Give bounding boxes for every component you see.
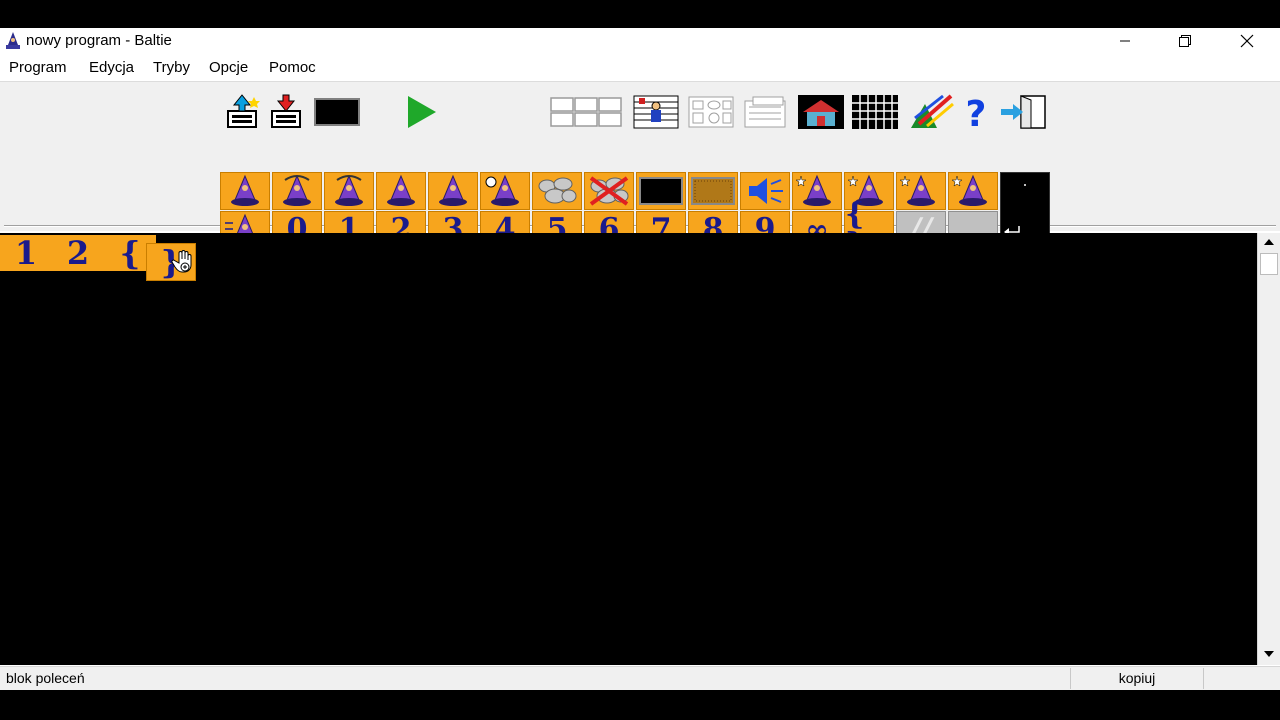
- vertical-scrollbar[interactable]: [1257, 233, 1280, 665]
- restore-icon: [1179, 35, 1191, 47]
- wizard-turn-right-icon: [335, 174, 363, 206]
- scene-icon[interactable]: [632, 92, 680, 132]
- chevron-down-icon: [1264, 651, 1274, 657]
- wizard-walk-icon: [439, 174, 467, 206]
- minimize-icon: [1120, 40, 1130, 42]
- speaker-icon: [749, 178, 783, 204]
- program-cell-label: 2: [66, 234, 90, 272]
- wizard-magic-icon: [951, 174, 987, 206]
- paint-icon[interactable]: [906, 92, 956, 132]
- menu-pomoc[interactable]: Pomoc: [269, 59, 316, 76]
- run-icon[interactable]: [398, 92, 442, 132]
- program-canvas[interactable]: 1 2 { }: [0, 233, 1257, 665]
- palette-cell-wizard-turn-right[interactable]: [324, 172, 374, 210]
- exit-icon[interactable]: [998, 92, 1048, 132]
- palette-cell-patterned-box[interactable]: [688, 172, 738, 210]
- title-bar: nowy program - Baltie: [0, 28, 1280, 54]
- help-icon[interactable]: ?: [956, 92, 996, 132]
- status-mode: kopiuj: [1070, 668, 1204, 689]
- black-box-icon: [639, 177, 683, 205]
- save-file-icon[interactable]: [264, 92, 308, 132]
- window-title: nowy program - Baltie: [26, 32, 172, 49]
- hand-cursor-icon: [171, 250, 192, 273]
- wizard-clock-icon: [485, 174, 519, 206]
- palette-cell-speaker[interactable]: [740, 172, 790, 210]
- palette-cell-wizard-walk[interactable]: [428, 172, 478, 210]
- status-bar: blok poleceń kopiuj: [0, 666, 1280, 690]
- palette-cell-wizard-boot[interactable]: [376, 172, 426, 210]
- objects-icon[interactable]: [686, 92, 736, 132]
- tiles-icon[interactable]: [850, 92, 900, 132]
- menu-program[interactable]: Program: [9, 59, 67, 76]
- palette-cell-black-box[interactable]: [636, 172, 686, 210]
- menu-tryby[interactable]: Tryby: [153, 59, 190, 76]
- stones-icon: [538, 177, 577, 204]
- edit-icon[interactable]: [742, 92, 792, 132]
- palette-cell-wizard-magic[interactable]: [948, 172, 998, 210]
- program-cell-1[interactable]: 1: [0, 235, 52, 271]
- palette-cell-wizard-magic-boot[interactable]: [896, 172, 946, 210]
- patterned-box-icon: [691, 177, 735, 205]
- wizard-boot-icon: [387, 174, 415, 206]
- palette-cell-stones-crossed[interactable]: [584, 172, 634, 210]
- menu-bar: Program Edycja Tryby Opcje Pomoc: [0, 56, 1280, 80]
- chevron-up-icon: [1264, 239, 1274, 245]
- wizard-turn-left-icon: [283, 174, 311, 206]
- dark-cell-icon: [1024, 184, 1026, 186]
- stones-crossed-icon: [589, 176, 629, 206]
- toolbar-area: ? 0123456789∞{ }//: [0, 81, 1280, 260]
- program-cell-label: 1: [14, 234, 38, 272]
- wizard-magic-walk-icon: [795, 174, 831, 206]
- palette-cell-wizard-turn-left[interactable]: [272, 172, 322, 210]
- scroll-thumb[interactable]: [1260, 253, 1278, 275]
- program-cell-close-brace-dragged[interactable]: }: [146, 243, 196, 281]
- close-icon: [1240, 34, 1254, 48]
- program-cell-2[interactable]: 2: [52, 235, 104, 271]
- scroll-down-button[interactable]: [1258, 645, 1280, 663]
- black-screen-icon[interactable]: [312, 92, 362, 132]
- close-button[interactable]: [1224, 28, 1270, 54]
- menu-edycja[interactable]: Edycja: [89, 59, 134, 76]
- svg-text:?: ?: [966, 94, 987, 130]
- wizard-step-icon: [231, 174, 259, 206]
- house-icon[interactable]: [796, 92, 846, 132]
- scroll-up-button[interactable]: [1258, 233, 1280, 251]
- menu-opcje[interactable]: Opcje: [209, 59, 248, 76]
- open-file-icon[interactable]: [220, 92, 264, 132]
- palette-cell-wizard-magic-walk[interactable]: [792, 172, 842, 210]
- palette-cell-wizard-step[interactable]: [220, 172, 270, 210]
- status-text: blok poleceń: [6, 670, 85, 686]
- palette-cell-wizard-clock[interactable]: [480, 172, 530, 210]
- baltie-window: nowy program - Baltie Program Edycja Try…: [0, 28, 1280, 690]
- program-cell-label: {: [119, 234, 141, 272]
- wizard-magic-boot-icon: [899, 174, 935, 206]
- app-root: nowy program - Baltie Program Edycja Try…: [0, 0, 1280, 720]
- grid-layout-icon[interactable]: [548, 92, 624, 132]
- palette-cell-stones[interactable]: [532, 172, 582, 210]
- restore-button[interactable]: [1162, 28, 1208, 54]
- minimize-button[interactable]: [1102, 28, 1148, 54]
- baltie-wizard-icon: [4, 31, 22, 51]
